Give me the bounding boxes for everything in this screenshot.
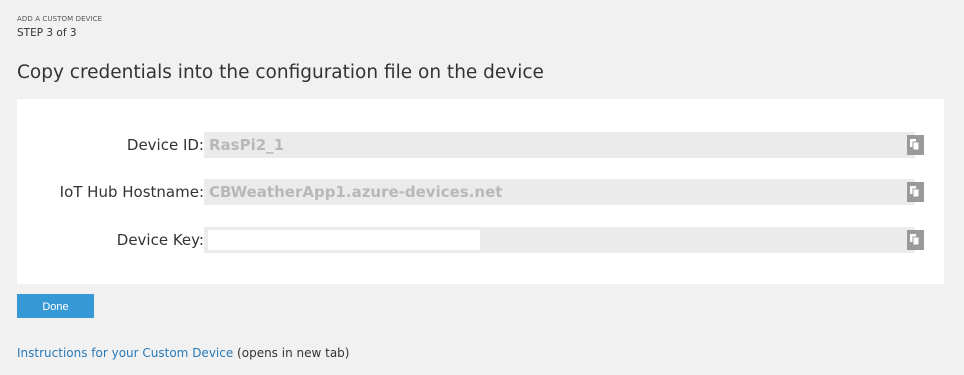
hub-hostname-field[interactable]: CBWeatherApp1.azure-devices.net <box>204 179 915 205</box>
credentials-panel: Device ID: RasPi2_1 IoT Hub Hostname: CB… <box>17 99 944 284</box>
copy-hub-hostname-button[interactable] <box>907 182 924 202</box>
page-heading: Copy credentials into the configuration … <box>17 62 544 83</box>
new-tab-note: (opens in new tab) <box>233 346 350 360</box>
copy-icon <box>910 139 920 151</box>
device-id-field[interactable]: RasPi2_1 <box>204 132 915 158</box>
step-indicator: STEP 3 of 3 <box>17 27 77 39</box>
instructions-link[interactable]: Instructions for your Custom Device <box>17 346 233 360</box>
device-key-value <box>208 230 480 250</box>
hub-hostname-label: IoT Hub Hostname: <box>59 183 204 201</box>
device-key-field[interactable] <box>204 227 915 253</box>
copy-device-key-button[interactable] <box>907 230 924 250</box>
device-key-row: Device Key: <box>17 227 944 253</box>
done-button[interactable]: Done <box>17 294 94 318</box>
copy-icon <box>910 234 920 246</box>
footer-instructions: Instructions for your Custom Device (ope… <box>17 346 349 360</box>
device-key-label: Device Key: <box>116 231 204 249</box>
device-id-label: Device ID: <box>126 136 204 154</box>
copy-icon <box>910 186 920 198</box>
device-id-row: Device ID: RasPi2_1 <box>17 132 944 158</box>
wizard-title: ADD A CUSTOM DEVICE <box>17 15 103 23</box>
copy-device-id-button[interactable] <box>907 135 924 155</box>
hub-hostname-row: IoT Hub Hostname: CBWeatherApp1.azure-de… <box>17 179 944 205</box>
